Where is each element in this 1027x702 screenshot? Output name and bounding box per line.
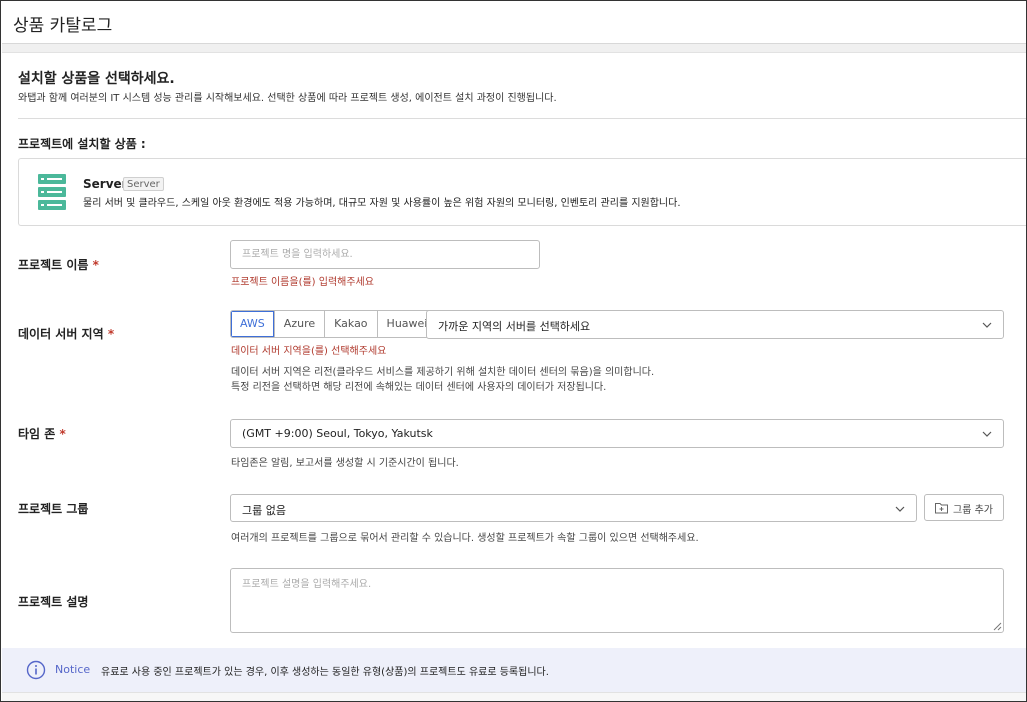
group-select-value: 그룹 없음 (242, 504, 286, 517)
section-subheading: 와탭과 함께 여러분의 IT 시스템 성능 관리를 시작해보세요. 선택한 상품… (18, 93, 557, 104)
region-select[interactable]: 가까운 지역의 서버를 선택하세요 (426, 310, 1004, 339)
group-help: 여러개의 프로젝트를 그룹으로 묶어서 관리할 수 있습니다. 생성할 프로젝트… (231, 533, 699, 544)
project-name-label: 프로젝트 이름 * (18, 256, 99, 273)
section-divider (18, 118, 1026, 119)
info-icon (26, 660, 46, 680)
region-label-text: 데이터 서버 지역 (18, 327, 104, 341)
folder-add-icon (935, 503, 948, 514)
timezone-help: 타임존은 알림, 보고서를 생성할 시 기준시간이 됩니다. (231, 458, 459, 469)
footer-divider (2, 692, 1026, 701)
timezone-select-value: (GMT +9:00) Seoul, Tokyo, Yakutsk (242, 427, 433, 440)
project-name-label-text: 프로젝트 이름 (18, 258, 89, 272)
region-help-line-2: 특정 리전을 선택하면 해당 리전에 속해있는 데이터 센터에 사용자의 데이터… (231, 382, 607, 393)
group-select[interactable]: 그룹 없음 (230, 494, 917, 522)
timezone-select[interactable]: (GMT +9:00) Seoul, Tokyo, Yakutsk (230, 419, 1004, 448)
region-error: 데이터 서버 지역을(를) 선택해주세요 (231, 346, 387, 357)
chevron-down-icon (982, 322, 992, 328)
product-description: 물리 서버 및 클라우드, 스케일 아웃 환경에도 적용 가능하며, 대규모 자… (83, 198, 681, 209)
page-title: 상품 카탈로그 (13, 16, 113, 36)
timezone-label: 타임 존 * (18, 425, 66, 442)
chevron-down-icon (895, 506, 905, 512)
notice-banner: Notice 유료로 사용 중인 프로젝트가 있는 경우, 이후 생성하는 동일… (2, 648, 1026, 692)
product-card[interactable]: Server Server 물리 서버 및 클라우드, 스케일 아웃 환경에도 … (18, 158, 1026, 226)
region-label: 데이터 서버 지역 * (18, 325, 114, 342)
timezone-label-text: 타임 존 (18, 427, 56, 441)
description-label: 프로젝트 설명 (18, 593, 88, 610)
server-icon (38, 174, 66, 210)
provider-kakao-button[interactable]: Kakao (325, 311, 378, 337)
region-help: 데이터 서버 지역은 리전(클라우드 서비스를 제공하기 위해 설치한 데이터 … (231, 365, 654, 395)
required-mark: * (92, 258, 99, 272)
required-mark: * (107, 327, 115, 341)
add-group-button[interactable]: 그룹 추가 (924, 494, 1004, 521)
group-label: 프로젝트 그룹 (18, 500, 88, 517)
resize-handle-icon[interactable] (992, 621, 1002, 631)
section-heading: 설치할 상품을 선택하세요. (18, 71, 175, 87)
chevron-down-icon (982, 431, 992, 437)
required-mark: * (59, 427, 66, 441)
header-divider (2, 44, 1026, 53)
cloud-provider-selector: AWS Azure Kakao Huawei (230, 310, 438, 338)
region-help-line-1: 데이터 서버 지역은 리전(클라우드 서비스를 제공하기 위해 설치한 데이터 … (231, 367, 655, 378)
project-name-input[interactable] (230, 240, 540, 269)
add-group-label: 그룹 추가 (953, 505, 993, 516)
description-label-text: 프로젝트 설명 (18, 595, 89, 609)
provider-azure-button[interactable]: Azure (274, 311, 326, 337)
notice-label: Notice (55, 663, 91, 676)
region-select-value: 가까운 지역의 서버를 선택하세요 (438, 320, 591, 333)
title-bar: 상품 카탈로그 (2, 2, 1026, 44)
product-name: Server (83, 177, 128, 191)
project-description-textarea[interactable] (230, 568, 1004, 633)
notice-text: 유료로 사용 중인 프로젝트가 있는 경우, 이후 생성하는 동일한 유형(상품… (101, 667, 549, 678)
app-window: 상품 카탈로그 설치할 상품을 선택하세요. 와탭과 함께 여러분의 IT 시스… (0, 0, 1027, 702)
install-product-label: 프로젝트에 설치할 상품 : (18, 137, 146, 151)
product-type-badge: Server (123, 177, 164, 191)
group-label-text: 프로젝트 그룹 (18, 502, 89, 516)
project-name-error: 프로젝트 이름을(를) 입력해주세요 (231, 277, 374, 288)
provider-aws-button[interactable]: AWS (231, 311, 275, 337)
